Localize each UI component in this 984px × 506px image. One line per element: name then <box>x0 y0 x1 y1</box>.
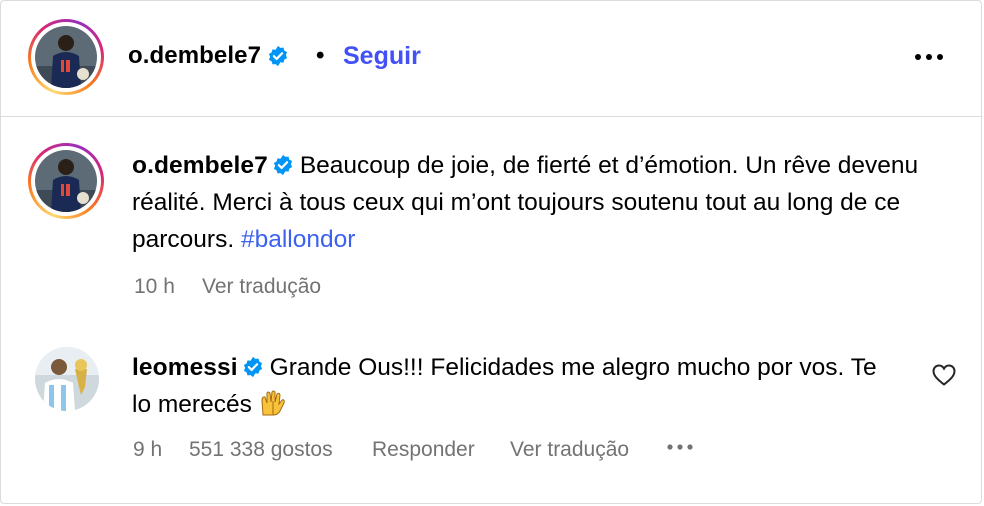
more-horizontal-icon[interactable] <box>911 45 947 69</box>
caption-timestamp[interactable]: 10 h <box>134 275 175 299</box>
hashtag-link[interactable]: #ballondor <box>241 226 355 253</box>
verified-badge-icon <box>268 45 288 67</box>
comment-avatar[interactable] <box>35 347 99 411</box>
caption-avatar[interactable] <box>28 143 104 219</box>
profile-avatar[interactable] <box>28 19 104 95</box>
heart-outline-icon[interactable] <box>931 363 957 387</box>
post-header: o.dembele7 • Seguir <box>1 1 981 117</box>
avatar-image <box>35 26 97 88</box>
header-username-row: o.dembele7 <box>128 42 289 70</box>
reply-button[interactable]: Responder <box>372 438 475 462</box>
avatar-image <box>35 150 97 212</box>
comment-more-icon[interactable] <box>664 437 696 457</box>
raising-hands-emoji-icon <box>261 390 285 416</box>
comment-timestamp[interactable]: 9 h <box>133 438 162 462</box>
post-card: o.dembele7 • Seguir o.dembele7 Beaucoup … <box>0 0 982 504</box>
caption-translate-link[interactable]: Ver tradução <box>202 275 321 299</box>
avatar-image <box>35 347 99 411</box>
header-username[interactable]: o.dembele7 <box>128 42 261 70</box>
follow-button[interactable]: Seguir <box>343 42 421 71</box>
comment-likes-count[interactable]: 551 338 gostos <box>189 438 333 462</box>
caption-username[interactable]: o.dembele7 <box>132 152 268 179</box>
comment-username[interactable]: leomessi <box>132 354 238 381</box>
separator-dot: • <box>316 42 325 69</box>
verified-badge-icon <box>243 356 262 377</box>
comment-translate-link[interactable]: Ver tradução <box>510 438 629 462</box>
comment-body: leomessi Grande Ous!!! Felicidades me ale… <box>132 349 902 423</box>
verified-badge-icon <box>273 154 292 175</box>
post-caption: o.dembele7 Beaucoup de joie, de fierté et… <box>132 147 932 258</box>
